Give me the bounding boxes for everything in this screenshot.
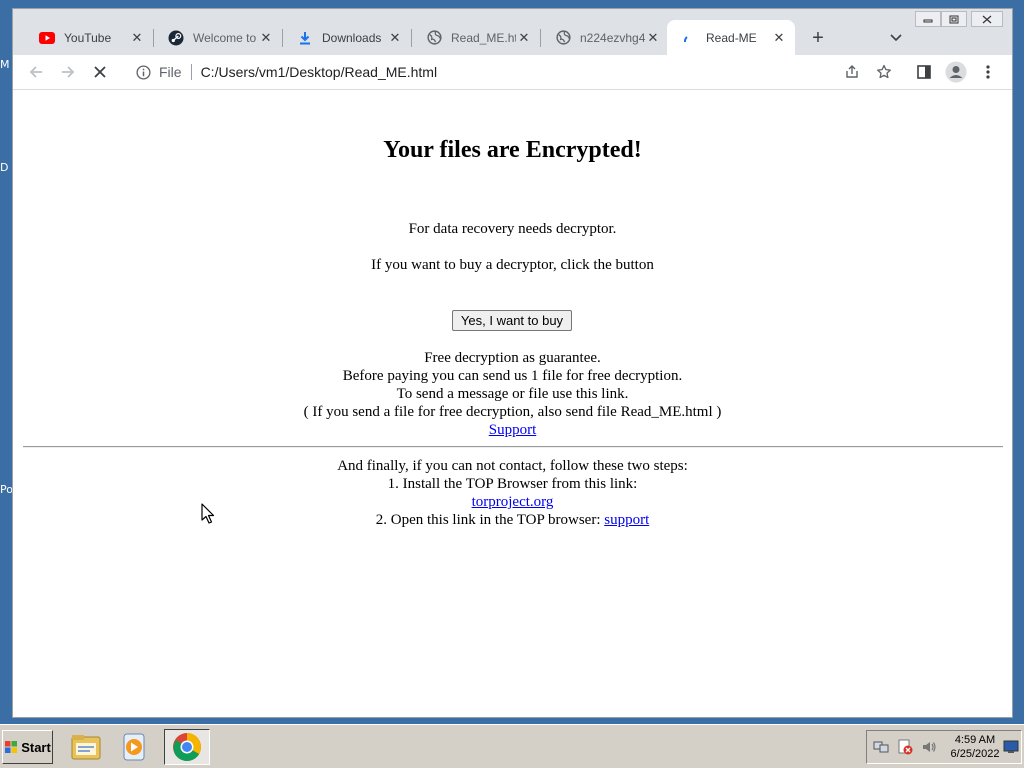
more-vert-icon bbox=[986, 65, 990, 79]
avatar-icon bbox=[945, 61, 967, 83]
steam-icon bbox=[168, 30, 184, 46]
system-tray: 4:59 AM 6/25/2022 bbox=[866, 730, 1022, 764]
desktop-icon-label-fragment: Po bbox=[0, 483, 12, 496]
close-icon[interactable]: ✕ bbox=[258, 30, 274, 46]
step1-text: 1. Install the TOP Browser from this lin… bbox=[387, 476, 638, 492]
tab-title: Read-ME bbox=[706, 30, 757, 45]
media-player-icon bbox=[123, 733, 145, 761]
guarantee-text: To send a message or file use this link. bbox=[396, 386, 629, 402]
close-icon bbox=[982, 15, 992, 23]
stop-loading-button[interactable] bbox=[87, 59, 113, 85]
tab-readme-html[interactable]: Read_ME.htm ✕ bbox=[412, 20, 540, 55]
taskbar-chrome[interactable] bbox=[164, 729, 210, 765]
windows-logo-icon bbox=[5, 741, 18, 753]
guarantee-text: Free decryption as guarantee. bbox=[424, 350, 601, 366]
url-text[interactable]: C:/Users/vm1/Desktop/Read_ME.html bbox=[201, 64, 438, 80]
network-icon[interactable] bbox=[873, 739, 889, 755]
chrome-icon bbox=[173, 733, 201, 761]
restore-icon bbox=[949, 15, 959, 23]
start-button[interactable]: Start bbox=[2, 730, 53, 764]
support-link[interactable]: Support bbox=[489, 422, 537, 438]
address-bar[interactable]: File C:/Users/vm1/Desktop/Read_ME.html bbox=[123, 58, 835, 86]
taskbar-file-explorer[interactable] bbox=[66, 729, 106, 765]
scheme-label: File bbox=[159, 64, 182, 80]
security-alert-icon[interactable] bbox=[897, 739, 913, 755]
info-icon[interactable] bbox=[135, 64, 151, 80]
share-button[interactable] bbox=[839, 59, 865, 85]
tab-title: Welcome to S bbox=[193, 30, 258, 45]
show-desktop-icon[interactable] bbox=[1003, 739, 1019, 755]
desktop-icon-label-fragment: D bbox=[0, 161, 9, 174]
mouse-cursor-icon bbox=[201, 503, 215, 524]
clock-time: 4:59 AM bbox=[954, 734, 996, 746]
youtube-icon bbox=[39, 30, 55, 46]
loading-icon bbox=[681, 30, 697, 46]
guarantee-text: ( If you send a file for free decryption… bbox=[303, 404, 722, 420]
recovery-text: For data recovery needs decryptor. bbox=[408, 221, 617, 237]
close-icon[interactable]: ✕ bbox=[516, 30, 532, 46]
menu-button[interactable] bbox=[975, 59, 1001, 85]
start-label: Start bbox=[21, 739, 51, 755]
fallback-intro-text: And finally, if you can not contact, fol… bbox=[337, 458, 688, 474]
step2-text: 2. Open this link in the TOP browser: bbox=[375, 512, 605, 528]
tab-steam[interactable]: Welcome to S ✕ bbox=[154, 20, 282, 55]
side-panel-icon bbox=[917, 65, 931, 79]
horizontal-divider bbox=[23, 446, 1003, 448]
tab-strip: YouTube ✕ Welcome to S ✕ Downloads ✕ Rea… bbox=[13, 9, 1012, 55]
arrow-right-icon bbox=[62, 66, 75, 78]
forward-button[interactable] bbox=[55, 59, 81, 85]
stop-icon bbox=[94, 66, 106, 78]
close-icon[interactable]: ✕ bbox=[771, 30, 787, 46]
step2-row: 2. Open this link in the TOP browser: su… bbox=[13, 511, 1012, 529]
volume-icon[interactable] bbox=[921, 739, 937, 755]
star-icon bbox=[877, 64, 891, 79]
torproject-link-row: torproject.org bbox=[13, 493, 1012, 511]
torproject-link[interactable]: torproject.org bbox=[472, 494, 554, 510]
bookmark-button[interactable] bbox=[871, 59, 897, 85]
back-button[interactable] bbox=[23, 59, 49, 85]
browser-window: YouTube ✕ Welcome to S ✕ Downloads ✕ Rea… bbox=[12, 8, 1013, 718]
new-tab-button[interactable]: + bbox=[807, 27, 829, 49]
page-content: Your files are Encrypted! For data recov… bbox=[13, 90, 1012, 717]
taskbar: Start 4:59 AM 6/25/2022 bbox=[0, 724, 1024, 768]
address-divider bbox=[190, 64, 192, 80]
tab-youtube[interactable]: YouTube ✕ bbox=[25, 20, 153, 55]
guarantee-text: Before paying you can send us 1 file for… bbox=[342, 368, 683, 384]
clock-date: 6/25/2022 bbox=[950, 748, 1000, 760]
chevron-down-icon bbox=[890, 34, 902, 42]
desktop-icon-label-fragment: M bbox=[0, 58, 10, 71]
tab-title: Downloads bbox=[322, 30, 382, 45]
download-icon bbox=[297, 30, 313, 46]
tab-title: YouTube bbox=[64, 30, 112, 45]
close-window-button[interactable] bbox=[971, 11, 1003, 27]
tab-title: Read_ME.htm bbox=[451, 30, 516, 45]
profile-button[interactable] bbox=[943, 59, 969, 85]
buy-button[interactable]: Yes, I want to buy bbox=[452, 310, 572, 331]
support-link-row: Support bbox=[13, 421, 1012, 439]
maximize-button[interactable] bbox=[941, 11, 967, 27]
minimize-button[interactable] bbox=[915, 11, 941, 27]
page-title: Your files are Encrypted! bbox=[383, 137, 642, 163]
tab-downloads[interactable]: Downloads ✕ bbox=[283, 20, 411, 55]
side-panel-button[interactable] bbox=[911, 59, 937, 85]
tab-read-me-active[interactable]: Read-ME ✕ bbox=[667, 20, 795, 55]
clock[interactable]: 4:59 AM 6/25/2022 bbox=[945, 733, 1005, 761]
globe-icon bbox=[555, 30, 571, 46]
close-icon[interactable]: ✕ bbox=[387, 30, 403, 46]
tab-title: n224ezvhg4c bbox=[580, 30, 645, 45]
close-icon[interactable]: ✕ bbox=[645, 30, 661, 46]
minimize-icon bbox=[923, 19, 933, 23]
taskbar-media-player[interactable] bbox=[114, 729, 154, 765]
arrow-left-icon bbox=[29, 66, 42, 78]
tab-search-button[interactable] bbox=[885, 27, 907, 49]
buy-instruction-text: If you want to buy a decryptor, click th… bbox=[371, 257, 654, 273]
step2-support-link[interactable]: support bbox=[604, 512, 649, 528]
tab-onion-site[interactable]: n224ezvhg4c ✕ bbox=[541, 20, 669, 55]
close-icon[interactable]: ✕ bbox=[129, 30, 145, 46]
file-explorer-icon bbox=[71, 735, 101, 760]
browser-toolbar: File C:/Users/vm1/Desktop/Read_ME.html bbox=[13, 55, 1012, 90]
share-icon bbox=[846, 65, 858, 78]
globe-icon bbox=[426, 30, 442, 46]
